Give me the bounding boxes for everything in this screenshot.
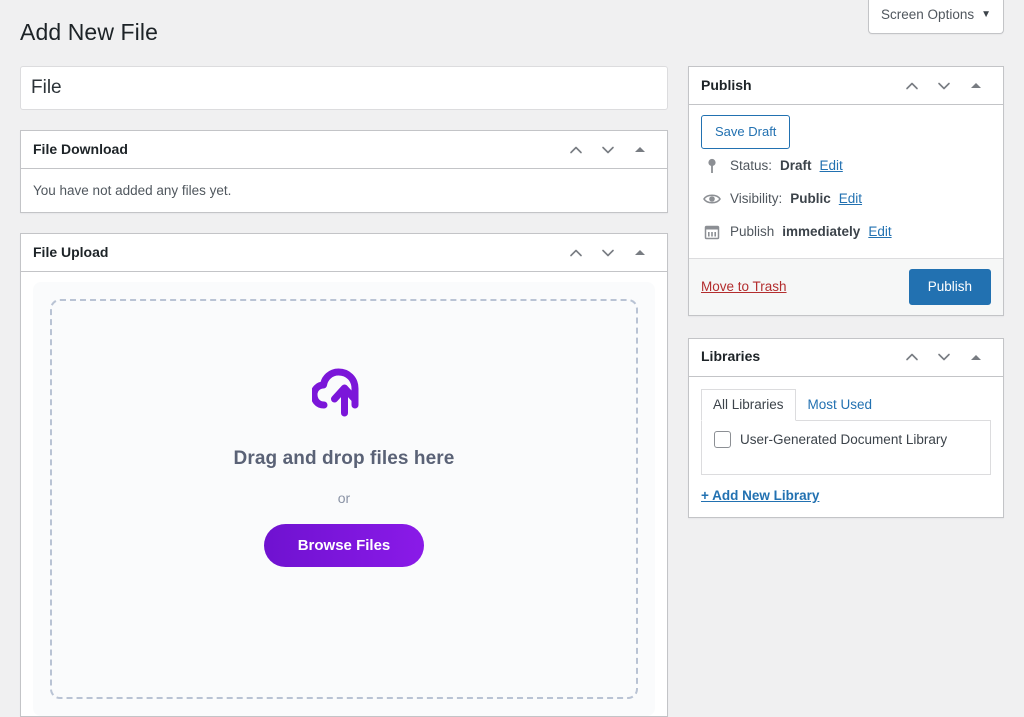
move-up-icon[interactable] — [897, 71, 927, 101]
file-download-panel-body: You have not added any files yet. — [21, 169, 667, 212]
visibility-label: Visibility: — [730, 191, 783, 206]
move-down-icon[interactable] — [929, 71, 959, 101]
libraries-panel: Libraries All Libraries Most Used User-G… — [688, 337, 1004, 518]
save-draft-button[interactable]: Save Draft — [701, 115, 791, 149]
edit-schedule-link[interactable]: Edit — [868, 224, 891, 239]
file-download-panel: File Download You have not added any fil… — [20, 130, 668, 213]
library-label: User-Generated Document Library — [740, 431, 948, 447]
publish-panel: Publish Save Draft Status: Draft Edit Vi… — [688, 66, 1004, 316]
list-item[interactable]: User-Generated Document Library — [714, 430, 978, 448]
status-label: Status: — [730, 158, 773, 173]
panel-handle-actions — [561, 238, 655, 268]
file-download-panel-header: File Download — [21, 131, 667, 169]
cloud-upload-icon — [310, 361, 376, 422]
move-up-icon[interactable] — [561, 238, 591, 268]
status-value: Draft — [780, 158, 812, 173]
sidebar-column: Publish Save Draft Status: Draft Edit Vi… — [688, 66, 1004, 518]
publish-panel-header: Publish — [689, 67, 1003, 105]
move-up-icon[interactable] — [561, 135, 591, 165]
file-dropzone[interactable]: Drag and drop files here or Browse Files — [50, 299, 638, 699]
upload-area-wrapper: Drag and drop files here or Browse Files — [33, 282, 655, 716]
screen-options-label: Screen Options — [881, 7, 975, 22]
dropzone-or-text: or — [337, 490, 351, 506]
move-down-icon[interactable] — [593, 135, 623, 165]
publish-status-row: Status: Draft Edit — [701, 149, 991, 182]
publish-button[interactable]: Publish — [908, 268, 991, 305]
libraries-panel-body: All Libraries Most Used User-Generated D… — [689, 377, 1003, 517]
edit-visibility-link[interactable]: Edit — [839, 191, 862, 206]
edit-status-link[interactable]: Edit — [820, 158, 843, 173]
page-title: Add New File — [20, 19, 158, 45]
panel-handle-actions — [561, 135, 655, 165]
collapse-panel-icon[interactable] — [625, 135, 655, 165]
schedule-value: immediately — [782, 224, 861, 239]
libraries-list: User-Generated Document Library — [701, 420, 991, 475]
move-to-trash-link[interactable]: Move to Trash — [701, 279, 787, 294]
collapse-panel-icon[interactable] — [961, 71, 991, 101]
file-upload-panel-header: File Upload — [21, 234, 667, 272]
panel-handle-actions — [897, 342, 991, 372]
file-upload-panel-title: File Upload — [33, 243, 109, 260]
libraries-panel-header: Libraries — [689, 339, 1003, 377]
dropzone-headline: Drag and drop files here — [233, 448, 455, 469]
visibility-value: Public — [790, 191, 831, 206]
main-column: File Download You have not added any fil… — [20, 66, 668, 717]
add-new-library-link[interactable]: + Add New Library — [701, 488, 819, 503]
file-upload-panel: File Upload Drag and drop files here or … — [20, 233, 668, 717]
eye-icon — [702, 189, 722, 209]
libraries-tablist: All Libraries Most Used — [701, 388, 991, 421]
publish-panel-title: Publish — [701, 76, 752, 93]
screen-options-button[interactable]: Screen Options ▼ — [868, 0, 1004, 34]
libraries-panel-title: Libraries — [701, 348, 761, 365]
publish-visibility-row: Visibility: Public Edit — [701, 182, 991, 215]
publish-panel-body: Save Draft Status: Draft Edit Visibility… — [689, 105, 1003, 258]
panel-handle-actions — [897, 71, 991, 101]
collapse-panel-icon[interactable] — [961, 342, 991, 372]
chevron-down-icon: ▼ — [981, 9, 991, 21]
publish-panel-footer: Move to Trash Publish — [689, 257, 1003, 315]
schedule-label: Publish — [730, 224, 775, 239]
file-download-panel-title: File Download — [33, 140, 128, 157]
move-down-icon[interactable] — [593, 238, 623, 268]
move-down-icon[interactable] — [929, 342, 959, 372]
calendar-icon — [702, 222, 722, 242]
move-up-icon[interactable] — [897, 342, 927, 372]
browse-files-button[interactable]: Browse Files — [263, 524, 425, 567]
library-checkbox[interactable] — [714, 430, 731, 448]
tab-most-used[interactable]: Most Used — [796, 389, 885, 421]
file-download-empty-text: You have not added any files yet. — [33, 183, 232, 198]
collapse-panel-icon[interactable] — [625, 238, 655, 268]
pin-icon — [702, 156, 722, 176]
publish-schedule-row: Publish immediately Edit — [701, 215, 991, 248]
tab-all-libraries[interactable]: All Libraries — [701, 388, 796, 421]
file-title-input[interactable] — [20, 66, 668, 110]
